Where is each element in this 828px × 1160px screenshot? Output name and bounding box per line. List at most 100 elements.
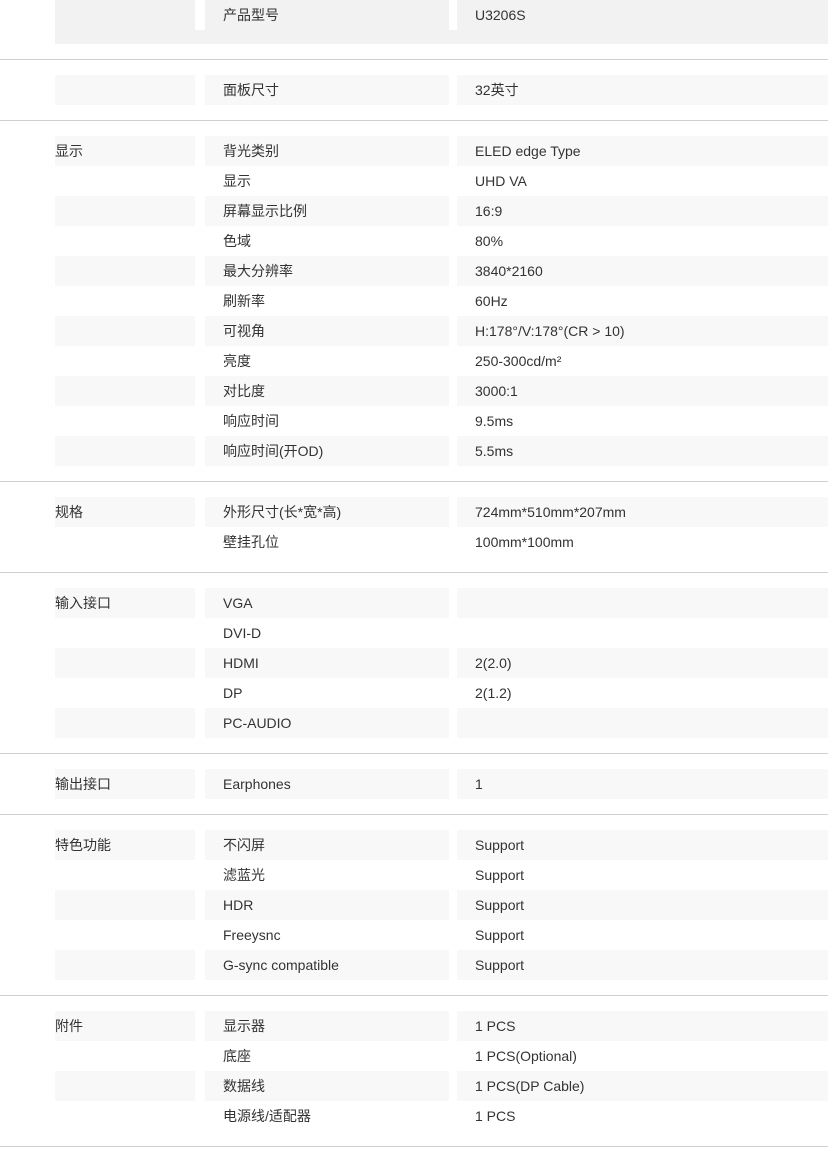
column-gap (449, 226, 457, 256)
table-row: 屏幕显示比例 16:9 (0, 196, 828, 226)
column-gap (195, 436, 205, 466)
spec-item-value: 3000:1 (457, 376, 828, 406)
column-gap (195, 618, 205, 648)
spec-item-value: ELED edge Type (457, 136, 828, 166)
spec-group-label: 附件 (55, 1011, 195, 1041)
spec-item-label: 对比度 (205, 376, 449, 406)
column-gap (195, 75, 205, 105)
spec-item-value: 250-300cd/m² (475, 353, 562, 369)
spec-item-value: H:178°/V:178°(CR > 10) (457, 316, 828, 346)
spec-group-label (55, 1041, 195, 1071)
table-row: 亮度 250-300cd/m² (0, 346, 828, 376)
row-left-gutter (0, 1071, 55, 1101)
spec-item-label: 色域 (223, 233, 251, 249)
column-gap (195, 708, 205, 738)
column-gap (449, 1071, 457, 1101)
spec-group-label: 规格 (55, 497, 195, 527)
row-left-gutter (0, 648, 55, 678)
column-gap (449, 678, 457, 708)
column-gap (195, 769, 205, 799)
column-gap (449, 376, 457, 406)
spec-item-value: 2(2.0) (457, 648, 828, 678)
spec-item-label: 显示器 (205, 1011, 449, 1041)
column-gap (449, 860, 457, 890)
column-gap (449, 196, 457, 226)
spec-group-label (55, 1101, 195, 1131)
column-gap (195, 286, 205, 316)
column-gap (195, 497, 205, 527)
column-gap (449, 166, 457, 196)
table-row: 输入接口 VGA (0, 588, 828, 618)
spec-group-label (55, 678, 195, 708)
spec-item-label: Freeysnc (223, 927, 281, 943)
table-row: Freeysnc Support (0, 920, 828, 950)
column-gap (449, 346, 457, 376)
spec-item-value: Support (475, 927, 525, 943)
column-gap (195, 890, 205, 920)
spec-group-label (55, 376, 195, 406)
spec-item-value: 9.5ms (475, 413, 514, 429)
spec-group-label (55, 436, 195, 466)
row-left-gutter (0, 708, 55, 738)
spec-section: 显示 背光类别 ELED edge Type 显示 UHD VA 屏幕显示比例 16:9 色域… (0, 120, 828, 481)
spec-item-label: DP (223, 685, 243, 701)
column-gap (195, 1101, 205, 1131)
row-left-gutter (0, 286, 55, 316)
spec-item-label: 底座 (223, 1048, 251, 1064)
spec-group-label (55, 256, 195, 286)
table-row: 色域 80% (0, 226, 828, 256)
table-row: PC-AUDIO (0, 708, 828, 738)
spec-item-label: Earphones (205, 769, 449, 799)
column-gap (449, 708, 457, 738)
row-left-gutter (0, 890, 55, 920)
table-row: 最大分辨率 3840*2160 (0, 256, 828, 286)
column-gap (195, 920, 205, 950)
row-left-gutter (0, 1041, 55, 1071)
spec-section: 输入接口 VGA DVI-D HDMI 2(2.0) DP 2(1.2) PC-AUDIO (0, 572, 828, 753)
row-left-gutter (0, 527, 55, 557)
spec-group-label (55, 950, 195, 980)
table-row: 电源线/适配器 1 PCS (0, 1101, 828, 1131)
spec-item-label: HDR (205, 890, 449, 920)
row-left-gutter (0, 497, 55, 527)
table-row: 显示 背光类别 ELED edge Type (0, 136, 828, 166)
column-gap (449, 436, 457, 466)
column-gap (449, 618, 457, 648)
table-row: HDR Support (0, 890, 828, 920)
column-gap (449, 75, 457, 105)
spec-item-value: 5.5ms (457, 436, 828, 466)
spec-item-value: Support (457, 950, 828, 980)
spec-item-label: 电源线/适配器 (223, 1108, 311, 1124)
column-gap (195, 136, 205, 166)
column-gap (449, 497, 457, 527)
spec-section: 特色功能 不闪屏 Support 滤蓝光 Support HDR Support Freeys… (0, 814, 828, 995)
column-gap (195, 406, 205, 436)
column-gap (195, 1011, 205, 1041)
spec-group-label (55, 527, 195, 557)
table-row: 刷新率 60Hz (0, 286, 828, 316)
spec-item-value: 60Hz (475, 293, 508, 309)
table-row: 可视角 H:178°/V:178°(CR > 10) (0, 316, 828, 346)
spec-group-label (55, 286, 195, 316)
column-gap (195, 196, 205, 226)
table-row: 附件 显示器 1 PCS (0, 1011, 828, 1041)
spec-item-value: 1 PCS (457, 1011, 828, 1041)
spec-section: 附件 显示器 1 PCS 底座 1 PCS(Optional) 数据线 1 PCS(DP C… (0, 995, 828, 1147)
column-gap (195, 1071, 205, 1101)
row-left-gutter (0, 136, 55, 166)
column-gap (449, 920, 457, 950)
spec-item-value: Support (457, 830, 828, 860)
column-gap (195, 830, 205, 860)
column-gap (195, 256, 205, 286)
table-row: 壁挂孔位 100mm*100mm (0, 527, 828, 557)
table-row: 数据线 1 PCS(DP Cable) (0, 1071, 828, 1101)
column-gap (449, 950, 457, 980)
spec-item-value: 16:9 (457, 196, 828, 226)
column-gap (449, 256, 457, 286)
column-gap (195, 860, 205, 890)
spec-item-label: VGA (205, 588, 449, 618)
column-gap (195, 527, 205, 557)
product-spec-table: 产品型号 U3206S 面板尺寸 32英寸 显示 背光类别 ELED edge Type 显示… (0, 0, 828, 1147)
column-gap (449, 890, 457, 920)
row-left-gutter (0, 0, 55, 30)
